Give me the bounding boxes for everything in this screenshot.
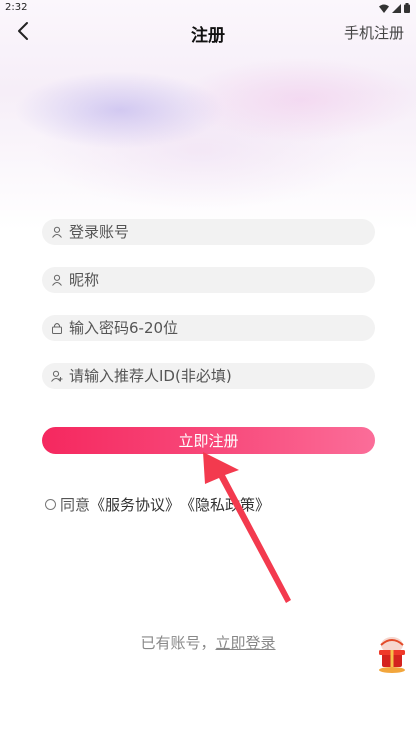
login-prompt-text: 已有账号， xyxy=(140,634,216,652)
login-prompt: 已有账号，立即登录 xyxy=(0,632,416,653)
navigation-bar: 注册 手机注册 xyxy=(0,16,416,46)
status-icons xyxy=(379,3,410,13)
user-icon xyxy=(51,274,63,286)
agreement-prefix: 同意 xyxy=(60,496,91,514)
user-add-icon xyxy=(51,370,63,382)
referrer-field xyxy=(42,363,375,389)
account-input[interactable] xyxy=(69,223,375,241)
nickname-field xyxy=(42,267,375,293)
account-field xyxy=(42,219,375,245)
lock-icon xyxy=(51,322,63,334)
promo-gift-icon[interactable] xyxy=(376,636,408,674)
wifi-icon xyxy=(379,4,389,13)
agreement-radio[interactable] xyxy=(45,499,56,510)
back-button[interactable] xyxy=(10,18,36,44)
password-input[interactable] xyxy=(69,319,375,337)
register-button[interactable]: 立即注册 xyxy=(42,427,375,454)
privacy-link[interactable]: 《隐私政策》 xyxy=(180,494,270,515)
status-bar: 2:32 xyxy=(0,0,416,16)
status-time: 2:32 xyxy=(5,2,28,13)
user-icon xyxy=(51,226,63,238)
signal-icon xyxy=(392,3,401,13)
nickname-input[interactable] xyxy=(69,271,375,289)
terms-link[interactable]: 《服务协议》 xyxy=(90,494,180,515)
battery-icon xyxy=(404,3,410,13)
password-field xyxy=(42,315,375,341)
chevron-left-icon xyxy=(18,22,28,40)
login-link[interactable]: 立即登录 xyxy=(216,634,276,652)
phone-register-link[interactable]: 手机注册 xyxy=(344,22,404,43)
agreement-row: 同意 《服务协议》 《隐私政策》 xyxy=(45,494,270,515)
referrer-input[interactable] xyxy=(69,367,375,385)
